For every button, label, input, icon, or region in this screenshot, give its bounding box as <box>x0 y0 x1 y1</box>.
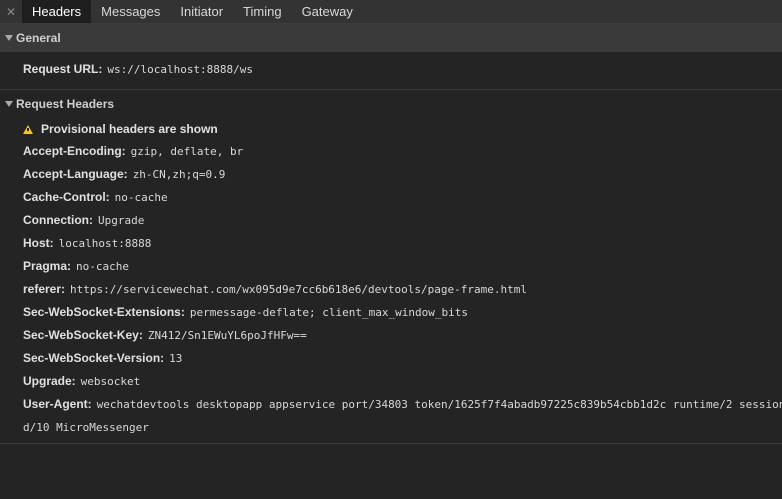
tab-initiator[interactable]: Initiator <box>170 0 233 23</box>
user-agent-key: User-Agent: <box>23 397 92 411</box>
header-value: localhost:8888 <box>58 237 152 250</box>
header-key: Sec-WebSocket-Version: <box>23 351 165 365</box>
request-url-value: ws://localhost:8888/ws <box>107 63 254 76</box>
header-row: Connection: Upgrade <box>0 209 782 232</box>
header-value: no-cache <box>76 260 130 273</box>
expand-triangle-icon <box>5 35 13 41</box>
header-key: Accept-Encoding: <box>23 144 126 158</box>
tab-headers[interactable]: Headers <box>22 0 92 23</box>
header-row: Accept-Encoding: gzip, deflate, br <box>0 140 782 163</box>
header-row: Pragma: no-cache <box>0 255 782 278</box>
header-row: Cache-Control: no-cache <box>0 186 782 209</box>
general-section-header[interactable]: General <box>0 24 782 52</box>
headers-panel: General Request URL: ws://localhost:8888/… <box>0 24 782 499</box>
header-row: Sec-WebSocket-Version: 13 <box>0 347 782 370</box>
header-row: referer: https://servicewechat.com/wx095d… <box>0 278 782 301</box>
header-row: Host: localhost:8888 <box>0 232 782 255</box>
header-key: Cache-Control: <box>23 190 110 204</box>
user-agent-row: User-Agent: wechatdevtools desktopapp app… <box>0 393 782 416</box>
tab-messages[interactable]: Messages <box>91 0 170 23</box>
header-value: gzip, deflate, br <box>130 145 244 158</box>
header-key: Upgrade: <box>23 374 76 388</box>
tab-timing[interactable]: Timing <box>233 0 292 23</box>
header-row: Accept-Language: zh-CN,zh;q=0.9 <box>0 163 782 186</box>
user-agent-value-line1: wechatdevtools desktopapp appservice por… <box>96 398 782 411</box>
header-key: referer: <box>23 282 66 296</box>
request-headers-body: Provisional headers are shown Accept-Enc… <box>0 118 782 444</box>
header-value: Upgrade <box>98 214 145 227</box>
warning-icon <box>23 124 33 134</box>
tab-gateway[interactable]: Gateway <box>292 0 363 23</box>
expand-triangle-icon <box>5 101 13 107</box>
devtools-tabbar: ✕ Headers Messages Initiator Timing Gate… <box>0 0 782 24</box>
header-value: permessage-deflate; client_max_window_bi… <box>189 306 468 319</box>
header-value: ZN412/Sn1EWuYL6poJfHFw== <box>147 329 307 342</box>
request-url-row: Request URL: ws://localhost:8888/ws <box>0 58 782 81</box>
general-title: General <box>16 31 61 45</box>
user-agent-value-line2: d/10 MicroMessenger <box>23 421 149 434</box>
request-headers-section-header[interactable]: Request Headers <box>0 90 782 118</box>
header-row: Upgrade: websocket <box>0 370 782 393</box>
header-key: Pragma: <box>23 259 72 273</box>
header-value: no-cache <box>114 191 168 204</box>
header-value: zh-CN,zh;q=0.9 <box>132 168 226 181</box>
header-key: Connection: <box>23 213 93 227</box>
close-icon[interactable]: ✕ <box>0 0 22 23</box>
header-key: Sec-WebSocket-Key: <box>23 328 143 342</box>
header-row: Sec-WebSocket-Extensions: permessage-defl… <box>0 301 782 324</box>
header-value: websocket <box>80 375 141 388</box>
provisional-warning-text: Provisional headers are shown <box>41 122 218 136</box>
header-row: Sec-WebSocket-Key: ZN412/Sn1EWuYL6poJfHFw… <box>0 324 782 347</box>
header-key: Accept-Language: <box>23 167 128 181</box>
header-key: Sec-WebSocket-Extensions: <box>23 305 185 319</box>
general-section-body: Request URL: ws://localhost:8888/ws <box>0 52 782 90</box>
request-headers-title: Request Headers <box>16 97 115 111</box>
header-value: 13 <box>169 352 183 365</box>
header-key: Host: <box>23 236 54 250</box>
provisional-warning: Provisional headers are shown <box>0 118 782 140</box>
user-agent-continuation: d/10 MicroMessenger <box>0 416 782 439</box>
request-url-key: Request URL: <box>23 62 103 76</box>
header-value: https://servicewechat.com/wx095d9e7cc6b6… <box>70 283 527 296</box>
